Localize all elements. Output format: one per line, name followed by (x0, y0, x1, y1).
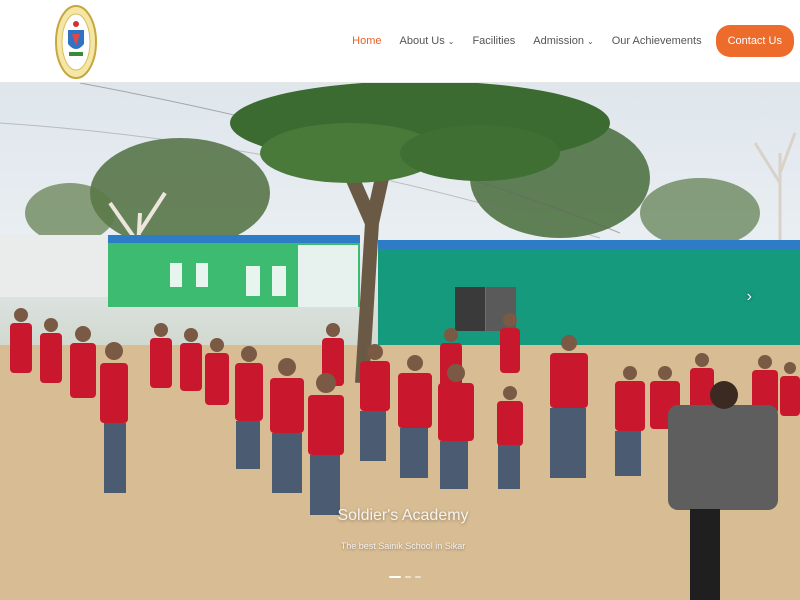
hero-caption-title: Soldier's Academy (337, 507, 469, 524)
site-header: Home About Us ⌄ Facilities Admission ⌄ O… (0, 0, 800, 83)
chevron-down-icon: ⌄ (447, 36, 455, 46)
academy-logo[interactable] (54, 4, 98, 80)
contact-us-label: Contact Us (727, 35, 782, 47)
chevron-down-icon: ⌄ (587, 36, 594, 46)
nav-about-us[interactable]: About Us ⌄ (400, 35, 455, 47)
slider-dot-1[interactable] (389, 576, 401, 578)
contact-us-button[interactable]: Contact Us (715, 25, 794, 57)
nav-about-us-label: About Us (399, 35, 445, 47)
slider-dot-3[interactable] (415, 576, 421, 578)
nav-facilities[interactable]: Facilities (472, 35, 515, 47)
hero-caption-subtitle: The best Sainik School in Sikar (340, 541, 466, 551)
slider-dot-2[interactable] (405, 576, 411, 578)
nav-admission-label: Admission (533, 35, 584, 47)
nav-home[interactable]: Home (352, 35, 381, 47)
slider-dots (389, 576, 421, 578)
hero-slider[interactable]: › Soldier's Academy The best Sainik Scho… (0, 83, 800, 600)
nav-home-label: Home (352, 35, 382, 47)
nav-our-achievements-label: Our Achievements (611, 35, 702, 47)
chevron-right-icon[interactable]: › (747, 288, 752, 306)
nav-facilities-label: Facilities (472, 35, 516, 47)
nav-our-achievements[interactable]: Our Achievements (612, 35, 702, 47)
main-nav: Home About Us ⌄ Facilities Admission ⌄ O… (334, 0, 800, 82)
nav-admission[interactable]: Admission ⌄ (533, 35, 593, 47)
